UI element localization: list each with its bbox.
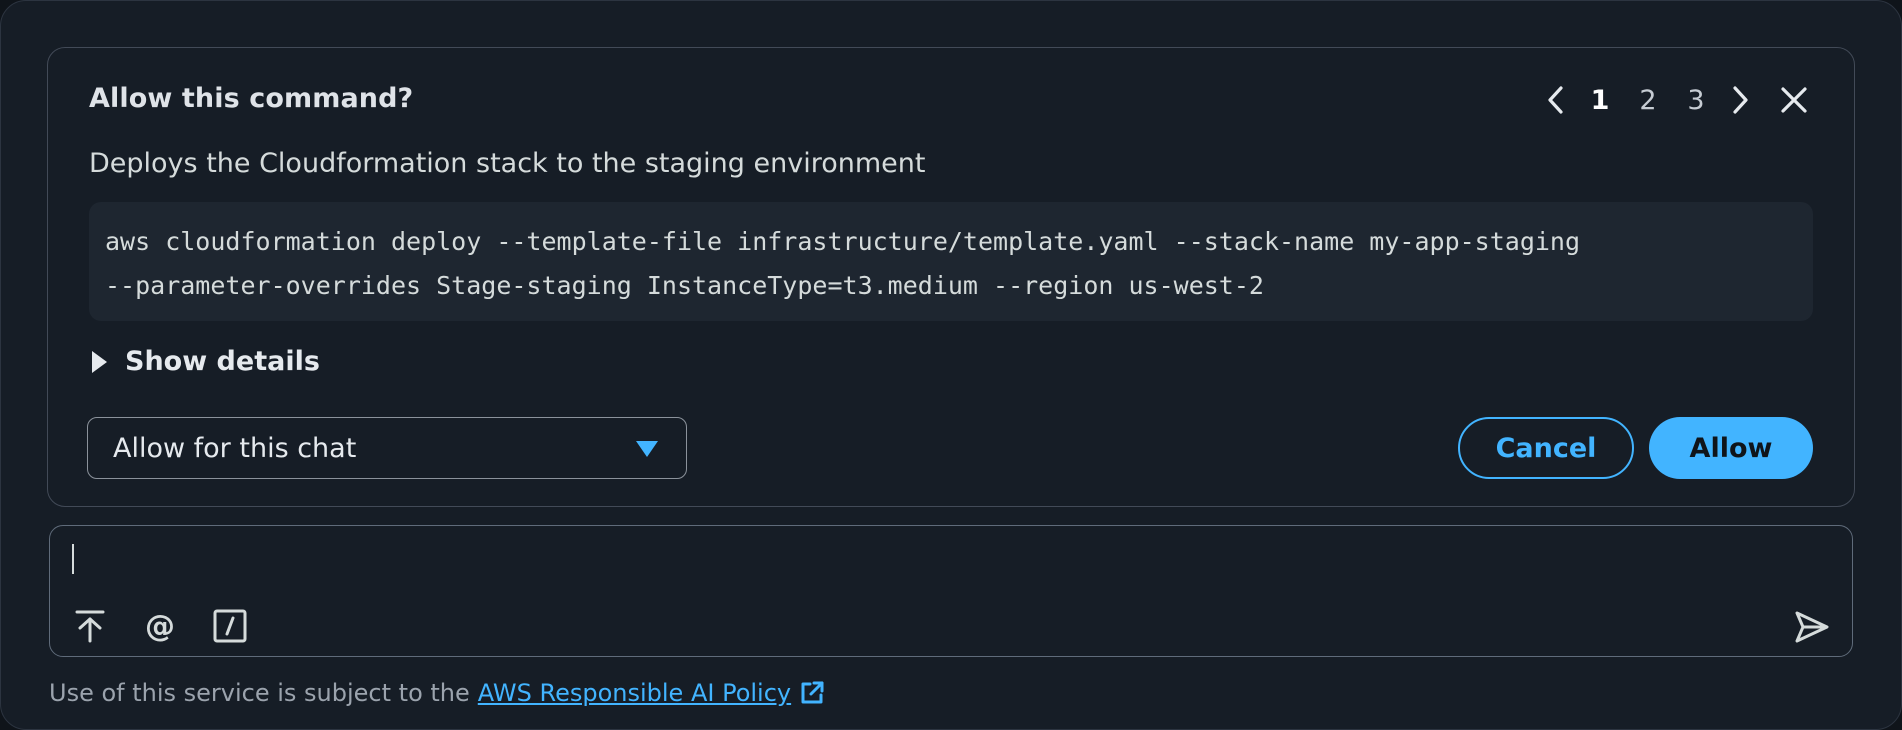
- close-button[interactable]: [1772, 80, 1816, 120]
- at-mention-icon: @: [145, 608, 175, 644]
- footer-notice: Use of this service is subject to the AW…: [49, 679, 825, 707]
- cancel-button[interactable]: Cancel: [1458, 417, 1634, 479]
- close-icon: [1781, 87, 1807, 113]
- next-page-button[interactable]: [1720, 80, 1760, 120]
- pagination: 1 2 3: [1536, 80, 1816, 120]
- permission-scope-select[interactable]: Allow for this chat: [87, 417, 687, 479]
- upload-button[interactable]: [70, 606, 110, 646]
- chat-panel: Allow this command? 1 2 3 Deploys the Cl…: [0, 0, 1902, 730]
- command-description: Deploys the Cloudformation stack to the …: [89, 148, 926, 179]
- chevron-left-icon: [1548, 86, 1563, 114]
- show-details-label: Show details: [125, 346, 320, 377]
- allow-button[interactable]: Allow: [1649, 417, 1813, 479]
- text-cursor: [72, 544, 74, 574]
- responsible-ai-policy-link[interactable]: AWS Responsible AI Policy: [478, 679, 791, 707]
- command-code-block: aws cloudformation deploy --template-fil…: [89, 202, 1813, 321]
- send-icon: [1795, 611, 1829, 643]
- command-line-1: aws cloudformation deploy --template-fil…: [105, 227, 1581, 256]
- previous-page-button[interactable]: [1536, 80, 1576, 120]
- chevron-right-icon: [1733, 86, 1748, 114]
- page-2-button[interactable]: 2: [1624, 85, 1672, 116]
- footer-text: Use of this service is subject to the: [49, 679, 470, 707]
- command-line-2: --parameter-overrides Stage-staging Inst…: [105, 271, 1264, 300]
- page-1-button[interactable]: 1: [1576, 85, 1624, 116]
- at-mention-button[interactable]: @: [140, 606, 180, 646]
- chat-input[interactable]: @: [49, 525, 1853, 657]
- permission-scope-value: Allow for this chat: [113, 432, 357, 464]
- command-permission-card: Allow this command? 1 2 3 Deploys the Cl…: [47, 47, 1855, 507]
- show-details-toggle[interactable]: Show details: [92, 346, 320, 377]
- caret-down-icon: [636, 441, 658, 457]
- slash-command-icon: [213, 609, 247, 643]
- slash-command-button[interactable]: [210, 606, 250, 646]
- send-button[interactable]: [1790, 606, 1834, 648]
- upload-icon: [75, 610, 105, 643]
- caret-right-icon: [92, 350, 107, 373]
- card-title: Allow this command?: [89, 83, 414, 114]
- page-3-button[interactable]: 3: [1672, 85, 1720, 116]
- external-link-icon[interactable]: [799, 680, 825, 706]
